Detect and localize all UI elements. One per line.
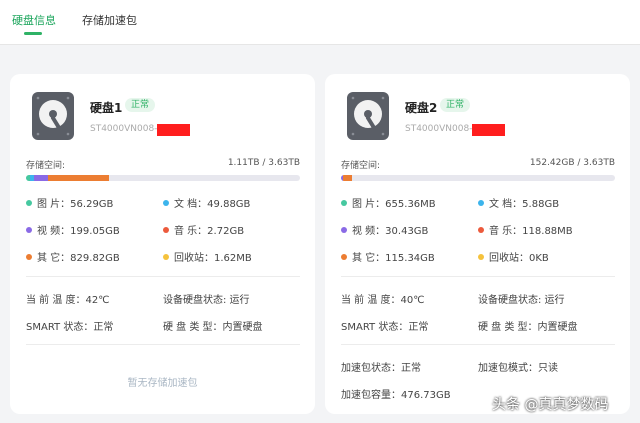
stat-other: 其 它：115.34GB	[341, 249, 435, 264]
doc-dot-icon	[163, 200, 169, 206]
accel-pack-mode: 加速包模式：只读	[478, 363, 558, 374]
accel-pack-capacity: 加速包容量：476.73GB	[341, 390, 451, 401]
storage-value: 152.42GB / 3.63TB	[529, 158, 615, 168]
active-tab-indicator	[24, 32, 42, 35]
video-dot-icon	[26, 227, 32, 233]
image-dot-icon	[341, 200, 347, 206]
top-tab-bar: 硬盘信息 存储加速包	[0, 0, 640, 45]
video-dot-icon	[341, 227, 347, 233]
smart-status: SMART 状态：正常	[341, 322, 429, 333]
temperature: 当 前 温 度：40℃	[341, 295, 425, 306]
disk-name: 硬盘1	[90, 101, 123, 115]
disk-model: ST4000VN008-	[405, 124, 473, 134]
stat-video: 视 频：199.05GB	[26, 222, 120, 237]
doc-dot-icon	[478, 200, 484, 206]
redaction-mark	[472, 124, 505, 136]
redaction-mark	[157, 124, 190, 136]
disk-card-1: 硬盘1 正常 ST4000VN008- 存储空间: 1.11TB / 3.63T…	[10, 74, 315, 414]
stat-recycle: 回收站：1.62MB	[163, 249, 252, 264]
storage-usage-bar	[341, 175, 615, 181]
no-accel-pack-text: 暂无存储加速包	[127, 378, 198, 389]
storage-label: 存储空间:	[26, 161, 66, 171]
stat-doc: 文 档：49.88GB	[163, 195, 250, 210]
status-badge: 正常	[125, 98, 156, 112]
status-badge: 正常	[440, 98, 471, 112]
storage-usage-bar	[26, 175, 300, 181]
recycle-dot-icon	[478, 254, 484, 260]
device-disk-status: 设备硬盘状态: 运行	[478, 295, 565, 306]
stat-music: 音 乐：2.72GB	[163, 222, 244, 237]
device-disk-status: 设备硬盘状态: 运行	[163, 295, 250, 306]
stat-recycle: 回收站：0KB	[478, 249, 549, 264]
bar-seg-other	[343, 175, 352, 181]
disk-type: 硬 盘 类 型：内置硬盘	[478, 322, 578, 333]
disk-model: ST4000VN008-	[90, 124, 158, 134]
tab-disk-info[interactable]: 硬盘信息	[12, 12, 56, 28]
temperature: 当 前 温 度：42℃	[26, 295, 110, 306]
hard-disk-icon	[32, 92, 74, 140]
music-dot-icon	[478, 227, 484, 233]
storage-value: 1.11TB / 3.63TB	[227, 158, 300, 168]
stat-video: 视 频：30.43GB	[341, 222, 428, 237]
tab-storage-accel-pack[interactable]: 存储加速包	[82, 12, 137, 28]
disk-card-2: 硬盘2 正常 ST4000VN008- 存储空间: 152.42GB / 3.6…	[325, 74, 630, 414]
stat-image: 图 片：56.29GB	[26, 195, 113, 210]
watermark: 头条 @真真梦数码	[492, 397, 609, 413]
divider	[26, 276, 300, 277]
other-dot-icon	[26, 254, 32, 260]
smart-status: SMART 状态：正常	[26, 322, 114, 333]
hard-disk-icon	[347, 92, 389, 140]
recycle-dot-icon	[163, 254, 169, 260]
bar-seg-video	[34, 175, 48, 181]
divider	[341, 276, 615, 277]
stat-music: 音 乐：118.88MB	[478, 222, 573, 237]
disk-type: 硬 盘 类 型：内置硬盘	[163, 322, 263, 333]
divider	[26, 344, 300, 345]
divider	[341, 344, 615, 345]
music-dot-icon	[163, 227, 169, 233]
other-dot-icon	[341, 254, 347, 260]
stat-doc: 文 档：5.88GB	[478, 195, 559, 210]
bar-seg-other	[48, 175, 109, 181]
stat-other: 其 它：829.82GB	[26, 249, 120, 264]
disk-name: 硬盘2	[405, 101, 438, 115]
image-dot-icon	[26, 200, 32, 206]
stat-image: 图 片：655.36MB	[341, 195, 436, 210]
storage-label: 存储空间:	[341, 161, 381, 171]
accel-pack-status: 加速包状态：正常	[341, 363, 421, 374]
